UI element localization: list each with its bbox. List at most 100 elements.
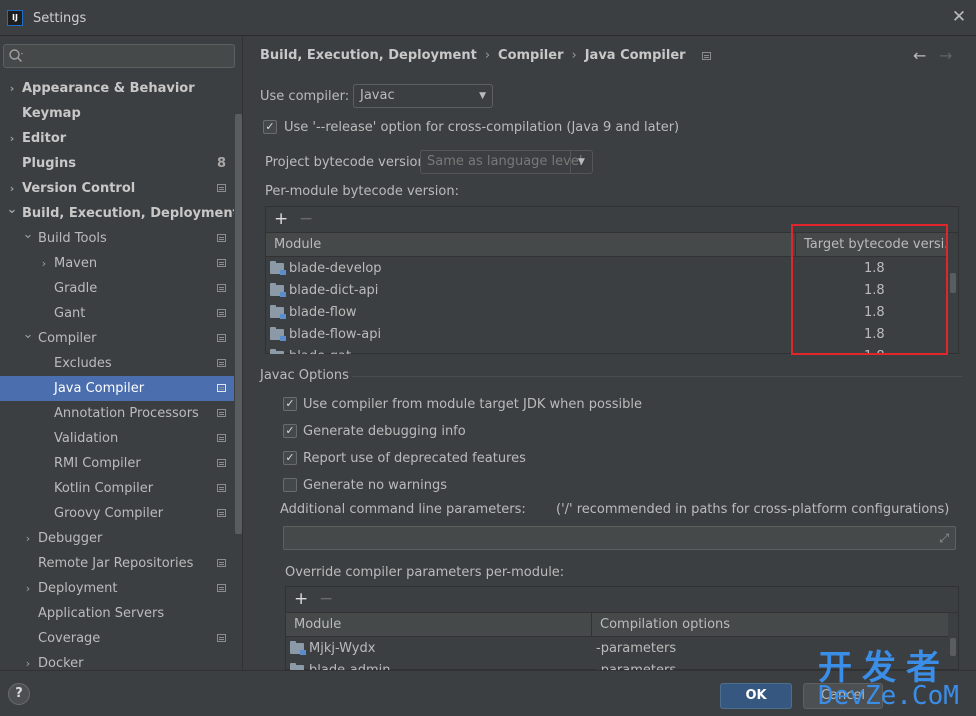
- chevron-right-icon[interactable]: ›: [22, 651, 34, 670]
- table-scrollbar-thumb[interactable]: [950, 273, 956, 293]
- module-name: blade-flow: [289, 305, 357, 320]
- project-settings-icon: [217, 384, 226, 392]
- sidebar-item[interactable]: Plugins 8: [0, 151, 235, 176]
- sidebar-item[interactable]: Coverage: [0, 626, 235, 651]
- module-folder-icon: [270, 261, 286, 275]
- sidebar-item[interactable]: Excludes: [0, 351, 235, 376]
- sidebar-item[interactable]: Java Compiler: [0, 376, 235, 401]
- chevron-down-icon[interactable]: ⌄: [22, 222, 34, 247]
- sidebar-item-label: Deployment: [38, 581, 118, 596]
- sidebar-item-label: Remote Jar Repositories: [38, 556, 194, 571]
- sidebar-item-label: Editor: [22, 131, 67, 146]
- sidebar-item[interactable]: Annotation Processors: [0, 401, 235, 426]
- close-icon[interactable]: ✕: [950, 8, 968, 26]
- sidebar-item[interactable]: Validation: [0, 426, 235, 451]
- javac-option-label: Generate no warnings: [303, 478, 448, 493]
- bytecode-version-select[interactable]: Same as language level ▼: [420, 150, 593, 174]
- column-header-module[interactable]: Module: [286, 613, 592, 637]
- remove-icon[interactable]: −: [319, 589, 333, 609]
- sidebar-item-label: Groovy Compiler: [54, 506, 164, 521]
- search-input[interactable]: [3, 44, 235, 68]
- sidebar-item-label: Appearance & Behavior: [22, 81, 195, 96]
- chevron-right-icon[interactable]: ›: [6, 76, 18, 101]
- javac-option-checkbox[interactable]: ✓: [283, 451, 297, 465]
- project-settings-icon: [702, 52, 712, 60]
- module-name: Mjkj-Wydx: [309, 641, 376, 656]
- sidebar-item[interactable]: Application Servers: [0, 601, 235, 626]
- remove-icon[interactable]: −: [299, 209, 313, 229]
- add-icon[interactable]: +: [294, 589, 308, 609]
- javac-option-checkbox[interactable]: ✓: [283, 397, 297, 411]
- chevron-right-icon[interactable]: ›: [6, 126, 18, 151]
- project-settings-icon: [217, 259, 226, 267]
- breadcrumb: Build, Execution, Deployment › Compiler › Ja…: [260, 48, 712, 63]
- chevron-down-icon[interactable]: ⌄: [6, 197, 18, 222]
- ok-button[interactable]: OK: [720, 683, 792, 709]
- sidebar-item[interactable]: ⌄ Build, Execution, Deployment: [0, 201, 239, 226]
- project-settings-icon: [217, 184, 226, 192]
- project-settings-icon: [217, 234, 226, 242]
- sidebar-item[interactable]: › Appearance & Behavior: [0, 76, 235, 101]
- sidebar-item[interactable]: ⌄ Build Tools: [0, 226, 235, 251]
- sidebar-item-label: Build, Execution, Deployment: [22, 206, 239, 221]
- sidebar-item[interactable]: Remote Jar Repositories: [0, 551, 235, 576]
- compiler-select[interactable]: Javac ▼: [353, 84, 493, 108]
- add-icon[interactable]: +: [274, 209, 288, 229]
- sidebar-item[interactable]: › Version Control: [0, 176, 235, 201]
- sidebar-item-label: Kotlin Compiler: [54, 481, 154, 496]
- chevron-right-icon[interactable]: ›: [22, 526, 34, 551]
- override-label: Override compiler parameters per-module:: [285, 565, 565, 580]
- sidebar-item[interactable]: › Debugger: [0, 526, 235, 551]
- sidebar-item[interactable]: Gant: [0, 301, 235, 326]
- help-button[interactable]: ?: [8, 683, 30, 705]
- javac-option-checkbox[interactable]: [283, 478, 297, 492]
- settings-sidebar: › Appearance & Behavior Keymap › Editor Plugi…: [0, 36, 243, 670]
- additional-params-input[interactable]: ⤢: [283, 526, 956, 550]
- dropdown-arrow-icon: ▼: [570, 151, 592, 173]
- module-folder-icon: [270, 283, 286, 297]
- sidebar-item-label: Build Tools: [38, 231, 107, 246]
- per-module-label: Per-module bytecode version:: [265, 184, 459, 199]
- use-compiler-label: Use compiler:: [260, 89, 350, 104]
- sidebar-item[interactable]: Keymap: [0, 101, 235, 126]
- project-settings-icon: [217, 559, 226, 567]
- sidebar-item[interactable]: › Docker: [0, 651, 235, 670]
- chevron-right-icon[interactable]: ›: [22, 576, 34, 601]
- module-folder-icon: [270, 305, 286, 319]
- forward-arrow-icon[interactable]: →: [939, 46, 952, 65]
- chevron-down-icon[interactable]: ⌄: [22, 322, 34, 347]
- javac-option-label: Report use of deprecated features: [303, 451, 526, 466]
- sidebar-item[interactable]: › Maven: [0, 251, 235, 276]
- back-arrow-icon[interactable]: ←: [913, 46, 926, 65]
- release-option-checkbox[interactable]: ✓: [263, 120, 277, 134]
- sidebar-item[interactable]: Groovy Compiler: [0, 501, 235, 526]
- main-panel: Build, Execution, Deployment › Compiler › Ja…: [244, 36, 976, 671]
- sidebar-item-label: Gant: [54, 306, 86, 321]
- sidebar-item-label: Application Servers: [38, 606, 165, 621]
- additional-params-label: Additional command line parameters:: [280, 502, 526, 517]
- javac-option-label: Use compiler from module target JDK when…: [303, 397, 642, 412]
- sidebar-item[interactable]: ⌄ Compiler: [0, 326, 235, 351]
- column-header-compilation-options[interactable]: Compilation options: [592, 613, 948, 637]
- sidebar-item[interactable]: › Editor: [0, 126, 235, 151]
- title-bar: IJ Settings ✕: [0, 0, 976, 36]
- chevron-right-icon[interactable]: ›: [38, 251, 50, 276]
- sidebar-scrollbar-thumb[interactable]: [235, 114, 242, 534]
- expand-icon[interactable]: ⤢: [939, 531, 949, 546]
- project-settings-icon: [217, 284, 226, 292]
- table-header: Module Compilation options: [286, 613, 948, 637]
- search-icon: [9, 49, 23, 63]
- sidebar-item[interactable]: Kotlin Compiler: [0, 476, 235, 501]
- sidebar-item-label: Plugins: [22, 156, 76, 171]
- sidebar-item[interactable]: › Deployment: [0, 576, 235, 601]
- project-settings-icon: [217, 434, 226, 442]
- sidebar-item[interactable]: Gradle: [0, 276, 235, 301]
- dropdown-arrow-icon: ▼: [479, 91, 486, 101]
- column-header-module[interactable]: Module: [266, 233, 796, 257]
- breadcrumb-item: Build, Execution, Deployment: [260, 48, 477, 63]
- sidebar-item-label: Compiler: [38, 331, 97, 346]
- javac-option-checkbox[interactable]: ✓: [283, 424, 297, 438]
- project-settings-icon: [217, 334, 226, 342]
- sidebar-item[interactable]: RMI Compiler: [0, 451, 235, 476]
- module-folder-icon: [270, 349, 284, 354]
